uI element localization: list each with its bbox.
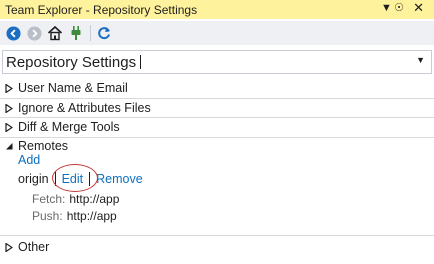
expand-arrow-icon[interactable] [2, 83, 16, 93]
fetch-url-row: Fetch: http://app [32, 192, 119, 206]
section-label: Other [18, 240, 50, 254]
section-ignore-attributes[interactable]: Ignore & Attributes Files [0, 98, 434, 118]
toolbar [0, 21, 434, 45]
collapse-arrow-icon[interactable] [2, 142, 16, 150]
refresh-icon[interactable] [96, 25, 112, 41]
section-divider [0, 235, 434, 236]
close-icon[interactable]: ✕ [413, 0, 424, 16]
push-url: http://app [66, 209, 117, 223]
section-label: Diff & Merge Tools [18, 120, 120, 134]
expand-arrow-icon[interactable] [2, 122, 16, 132]
fetch-url: http://app [69, 192, 120, 206]
section-remotes[interactable]: Remotes [0, 136, 434, 156]
toolbar-separator [90, 25, 91, 41]
section-user-name-email[interactable]: User Name & Email [0, 78, 434, 98]
section-label: User Name & Email [18, 81, 128, 95]
home-icon[interactable] [47, 25, 63, 41]
back-icon[interactable] [5, 25, 21, 41]
chevron-down-icon[interactable]: ▼ [416, 55, 425, 65]
add-remote-link[interactable]: Add [18, 153, 40, 167]
page-header[interactable]: Repository Settings ▼ [2, 50, 432, 74]
edit-highlight-annotation [52, 164, 98, 192]
remote-name: origin [18, 172, 49, 186]
section-label: Ignore & Attributes Files [18, 101, 151, 115]
fetch-label: Fetch: [32, 192, 66, 206]
window-titlebar: Team Explorer - Repository Settings ▼ ☉ … [0, 0, 434, 19]
remove-remote-link[interactable]: Remove [96, 172, 143, 186]
page-title: Repository Settings [6, 53, 137, 71]
connect-icon[interactable] [68, 25, 84, 41]
push-label: Push: [32, 209, 63, 223]
text-cursor [140, 55, 142, 69]
expand-arrow-icon[interactable] [2, 103, 16, 113]
forward-icon[interactable] [26, 25, 42, 41]
window-title: Team Explorer - Repository Settings [5, 2, 198, 17]
push-url-row: Push: http://app [32, 209, 117, 223]
pin-icon[interactable]: ▼ ☉ [381, 1, 404, 14]
section-other[interactable]: Other [0, 237, 434, 257]
section-diff-merge-tools[interactable]: Diff & Merge Tools [0, 117, 434, 137]
section-label: Remotes [18, 139, 69, 153]
expand-arrow-icon[interactable] [2, 242, 16, 252]
